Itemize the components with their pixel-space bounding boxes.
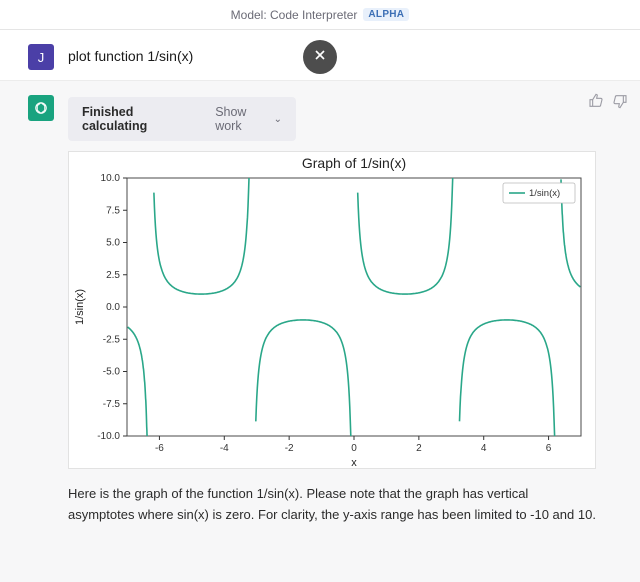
svg-text:-2.5: -2.5 bbox=[103, 334, 121, 345]
openai-icon bbox=[32, 99, 50, 117]
stop-button[interactable] bbox=[303, 40, 337, 74]
chart-container: Graph of 1/sin(x) -10.0 -7.5 -5.0 -2.5 0.0 2.5… bbox=[68, 151, 596, 469]
svg-text:1/sin(x): 1/sin(x) bbox=[529, 188, 560, 199]
assistant-explanation: Here is the graph of the function 1/sin(… bbox=[68, 483, 598, 526]
svg-text:10.0: 10.0 bbox=[101, 173, 121, 184]
show-work-label: Show work bbox=[215, 105, 269, 133]
svg-text:-4: -4 bbox=[220, 443, 229, 454]
svg-text:1/sin(x): 1/sin(x) bbox=[74, 289, 86, 325]
model-header: Model: Code Interpreter ALPHA bbox=[0, 0, 640, 30]
chevron-down-icon: ⌄ bbox=[274, 114, 282, 125]
assistant-content: Finished calculating Show work ⌄ Graph o… bbox=[68, 95, 622, 526]
svg-text:0.0: 0.0 bbox=[106, 302, 120, 313]
svg-text:0: 0 bbox=[351, 443, 357, 454]
feedback-controls bbox=[588, 93, 628, 112]
show-work-toggle[interactable]: Show work ⌄ bbox=[215, 105, 282, 133]
svg-text:Graph of 1/sin(x): Graph of 1/sin(x) bbox=[302, 155, 406, 171]
svg-text:-2: -2 bbox=[285, 443, 294, 454]
svg-text:6: 6 bbox=[546, 443, 552, 454]
svg-text:5.0: 5.0 bbox=[106, 238, 120, 249]
svg-text:2: 2 bbox=[416, 443, 422, 454]
assistant-message-row: Finished calculating Show work ⌄ Graph o… bbox=[0, 81, 640, 536]
svg-text:-7.5: -7.5 bbox=[103, 399, 121, 410]
thumbs-up-icon[interactable] bbox=[588, 93, 604, 112]
svg-text:-6: -6 bbox=[155, 443, 164, 454]
calculation-status-bar: Finished calculating Show work ⌄ bbox=[68, 97, 296, 141]
user-message-text: plot function 1/sin(x) bbox=[68, 44, 622, 64]
model-label: Model: Code Interpreter bbox=[231, 8, 358, 22]
user-message-row: J plot function 1/sin(x) bbox=[0, 30, 640, 81]
svg-text:7.5: 7.5 bbox=[106, 205, 120, 216]
svg-text:-5.0: -5.0 bbox=[103, 367, 121, 378]
svg-text:-10.0: -10.0 bbox=[97, 431, 120, 442]
svg-text:2.5: 2.5 bbox=[106, 270, 120, 281]
alpha-badge: ALPHA bbox=[363, 8, 409, 21]
svg-text:4: 4 bbox=[481, 443, 487, 454]
svg-text:x: x bbox=[351, 457, 357, 469]
csc-chart: Graph of 1/sin(x) -10.0 -7.5 -5.0 -2.5 0.0 2.5… bbox=[69, 152, 597, 470]
close-icon bbox=[312, 47, 328, 68]
assistant-avatar bbox=[28, 95, 54, 121]
thumbs-down-icon[interactable] bbox=[612, 93, 628, 112]
calc-status-text: Finished calculating bbox=[82, 105, 191, 133]
user-avatar: J bbox=[28, 44, 54, 70]
